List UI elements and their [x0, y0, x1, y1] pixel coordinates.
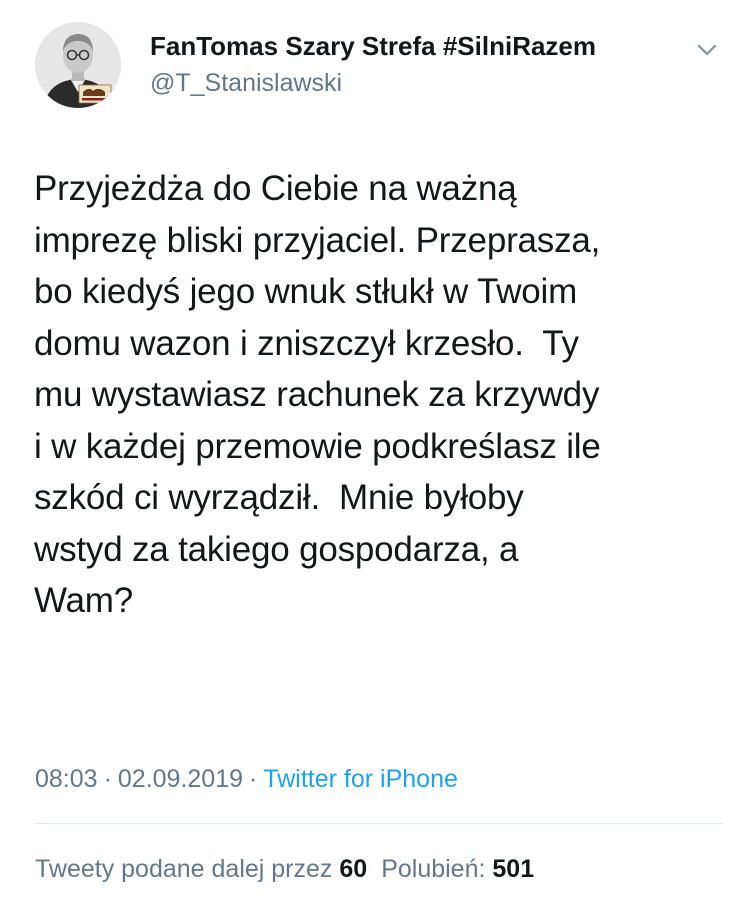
avatar-photo-icon	[35, 22, 121, 108]
tweet-text-line: Wam?	[34, 581, 134, 620]
tweet-stats: Tweety podane dalej przez 60 Polubień: 50…	[35, 852, 534, 886]
tweet-text-line: bo kiedyś jego wnuk stłukł w Twoim	[34, 272, 578, 311]
tweet: FanTomas Szary Strefa #SilniRazem @T_Sta…	[0, 0, 749, 900]
tweet-text-line: mu wystawiasz rachunek za krzywdy	[34, 375, 600, 414]
meta-separator: ·	[103, 765, 112, 793]
author-display-name[interactable]: FanTomas Szary Strefa #SilniRazem	[150, 30, 596, 62]
tweet-text-line: szkód ci wyrządził. Mnie byłoby	[34, 478, 524, 517]
avatar[interactable]	[35, 22, 121, 108]
meta-separator: ·	[249, 765, 258, 793]
likes-count: 501	[492, 855, 535, 883]
likes-stat[interactable]: Polubień: 501	[381, 855, 534, 883]
retweets-label: Tweety podane dalej przez	[35, 855, 333, 883]
chevron-down-icon[interactable]	[692, 38, 722, 62]
divider	[35, 823, 723, 824]
tweet-date[interactable]: 02.09.2019	[118, 765, 243, 793]
tweet-source-link[interactable]: Twitter for iPhone	[263, 765, 458, 793]
tweet-text-line: wstyd za takiego gospodarza, a	[34, 529, 519, 569]
tweet-text-line: imprezę bliski przyjaciel. Przeprasza,	[34, 220, 601, 260]
tweet-text-line: domu wazon i zniszczył krzesło. Ty	[34, 323, 579, 363]
tweet-text: Przyjeżdża do Ciebie na ważną imprezę bl…	[34, 163, 734, 627]
tweet-text-line: Przyjeżdża do Ciebie na ważną	[34, 169, 517, 208]
retweets-stat[interactable]: Tweety podane dalej przez 60	[35, 855, 367, 883]
likes-label: Polubień:	[381, 855, 486, 883]
author-handle[interactable]: @T_Stanislawski	[150, 67, 342, 99]
tweet-meta: 08:03 · 02.09.2019 · Twitter for iPhone	[35, 762, 458, 796]
tweet-text-line: i w każdej przemowie podkreślasz ile	[34, 426, 601, 466]
retweets-count: 60	[339, 855, 368, 883]
tweet-time[interactable]: 08:03	[35, 765, 98, 793]
